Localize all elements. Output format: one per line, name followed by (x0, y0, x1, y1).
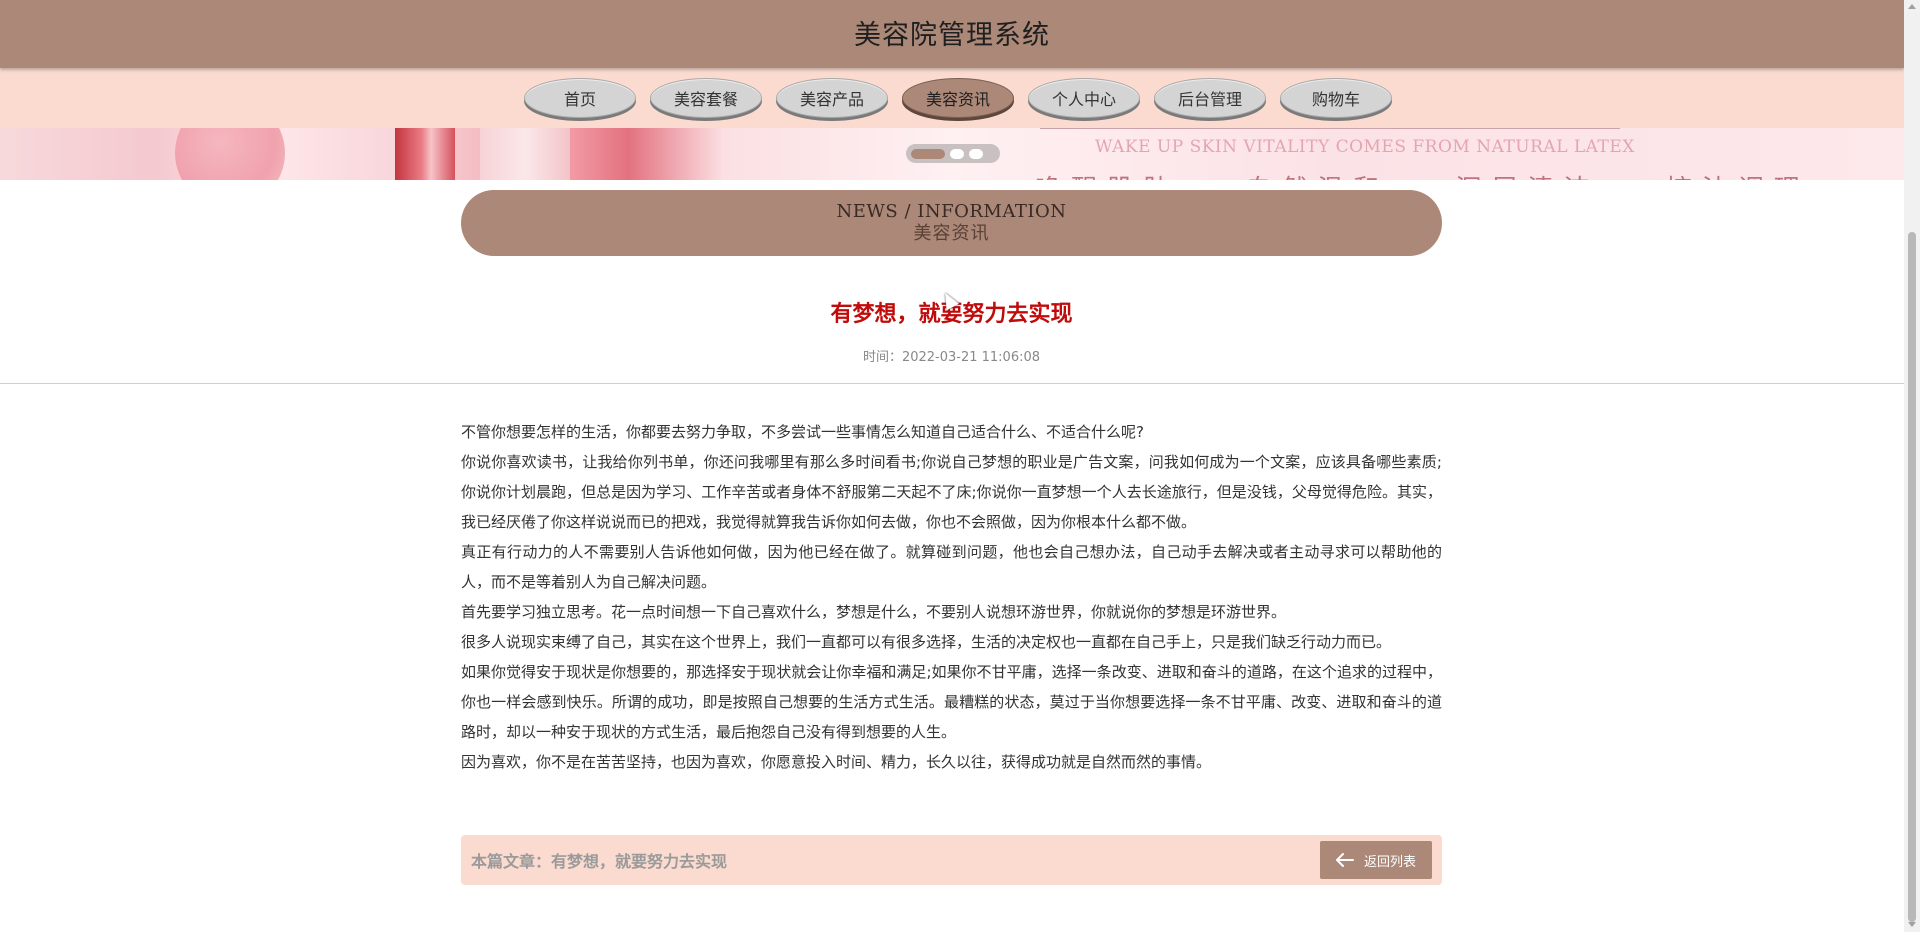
carousel-dot-3[interactable] (969, 148, 983, 159)
banner-decoration (175, 128, 285, 180)
arrow-left-icon (1335, 853, 1354, 867)
section-title-en: NEWS / INFORMATION (836, 201, 1067, 222)
nav-list: 首页 美容套餐 美容产品 美容资讯 个人中心 后台管理 购物车 (524, 78, 1392, 118)
carousel-dot-2[interactable] (950, 148, 964, 159)
article-paragraph: 如果你觉得安于现状是你想要的，那选择安于现状就会让你幸福和满足;如果你不甘平庸，… (461, 663, 1442, 741)
site-title: 美容院管理系统 (854, 20, 1050, 51)
nav-item-packages[interactable]: 美容套餐 (650, 78, 762, 118)
nav-bar: 首页 美容套餐 美容产品 美容资讯 个人中心 后台管理 购物车 (0, 68, 1904, 128)
scroll-down-icon[interactable] (1908, 922, 1916, 927)
section-title-cn: 美容资讯 (913, 223, 990, 244)
banner-slogan: WAKE UP SKIN VITALITY COMES FROM NATURAL… (1095, 137, 1635, 157)
carousel-dot-1[interactable] (911, 148, 945, 159)
current-article-label: 本篇文章：有梦想，就要努力去实现 (471, 852, 728, 871)
nav-item-profile[interactable]: 个人中心 (1028, 78, 1140, 118)
article-time: 时间：2022-03-21 11:06:08 (862, 350, 1041, 365)
banner-product-image (480, 128, 570, 180)
article-paragraph: 很多人说现实束缚了自己，其实在这个世界上，我们一直都可以有很多选择，生活的决定权… (461, 633, 1392, 651)
nav-item-admin[interactable]: 后台管理 (1154, 78, 1266, 118)
scrollbar-thumb[interactable] (1908, 232, 1916, 922)
article-body: 不管你想要怎样的生活，你都要去努力争取，不多尝试一些事情怎么知道自己适合什么、不… (461, 417, 1442, 777)
section-header: NEWS / INFORMATION 美容资讯 (461, 190, 1442, 256)
banner-divider (1040, 128, 1620, 129)
nav-item-cart[interactable]: 购物车 (1280, 78, 1392, 118)
banner-carousel[interactable]: WAKE UP SKIN VITALITY COMES FROM NATURAL… (0, 128, 1904, 180)
carousel-indicators (906, 144, 1000, 163)
banner-cn-text: 唤醒肌肤 自然温和 深层清洁 控油调理 (1035, 169, 1810, 180)
back-button-label: 返回列表 (1363, 854, 1416, 870)
nav-item-home[interactable]: 首页 (524, 78, 636, 118)
page: 美容院管理系统 首页 美容套餐 美容产品 美容资讯 个人中心 后台管理 购物车 … (0, 0, 1904, 932)
nav-item-products[interactable]: 美容产品 (776, 78, 888, 118)
top-header: 美容院管理系统 (0, 0, 1904, 68)
scrollbar[interactable] (1904, 0, 1920, 932)
article-paragraph: 首先要学习独立思考。花一点时间想一下自己喜欢什么，梦想是什么，不要别人说想环游世… (461, 603, 1287, 621)
article-paragraph: 因为喜欢，你不是在苦苦坚持，也因为喜欢，你愿意投入时间、精力，长久以往，获得成功… (461, 753, 1212, 771)
banner-product-image (395, 128, 455, 180)
article-paragraph: 你说你喜欢读书，让我给你列书单，你还问我哪里有那么多时间看书;你说自己梦想的职业… (461, 453, 1442, 531)
article-paragraph: 不管你想要怎样的生活，你都要去努力争取，不多尝试一些事情怎么知道自己适合什么、不… (461, 423, 1144, 441)
divider (0, 383, 1904, 384)
nav-item-news[interactable]: 美容资讯 (902, 78, 1014, 118)
scroll-up-icon[interactable] (1908, 4, 1916, 9)
article-footer: 本篇文章：有梦想，就要努力去实现 返回列表 (461, 835, 1442, 885)
article-paragraph: 真正有行动力的人不需要别人告诉他如何做，因为他已经在做了。就算碰到问题，他也会自… (461, 543, 1442, 591)
back-to-list-button[interactable]: 返回列表 (1320, 841, 1432, 879)
